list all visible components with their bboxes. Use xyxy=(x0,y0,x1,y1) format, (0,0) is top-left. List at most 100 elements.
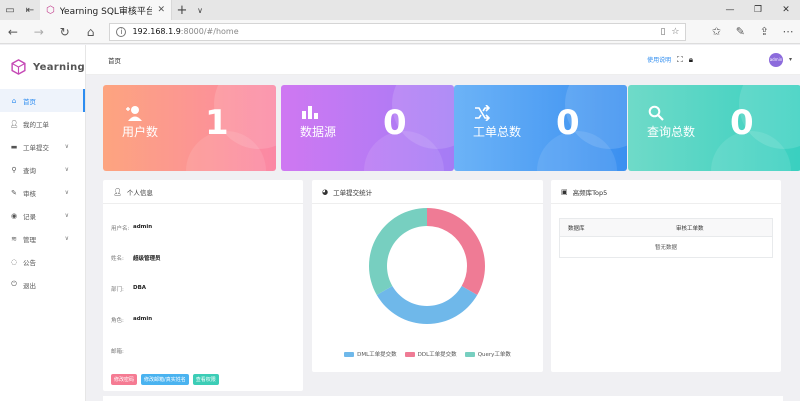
table-header: 数据库 审核工单数 xyxy=(560,219,772,237)
logout-icon: ⏻ xyxy=(11,280,17,288)
sidebar-item-layers[interactable]: ≋ 管理 ∨ xyxy=(0,227,85,250)
reading-view-icon[interactable]: ▯ xyxy=(660,27,665,37)
folder-icon: ▬ xyxy=(10,142,18,151)
chevron-down-icon: ∨ xyxy=(64,212,69,219)
field-email: 邮箱: xyxy=(111,349,124,355)
avatar-chevron-icon[interactable]: ▾ xyxy=(789,56,792,63)
tab-actions-icon[interactable]: ▭ xyxy=(0,0,20,20)
maximize-icon[interactable]: ❐ xyxy=(744,0,772,20)
fullscreen-icon[interactable]: ⛶ xyxy=(677,55,683,65)
browser-tab[interactable]: ⬡ Yearning SQL审核平台 ✕ xyxy=(40,0,172,20)
sidebar-item-search[interactable]: ⚲ 查询 ∨ xyxy=(0,158,85,181)
app-name: Yearning xyxy=(32,61,85,73)
panel-header: ▣ 高频库Top5 xyxy=(551,180,781,204)
chevron-down-icon: ∨ xyxy=(64,235,69,242)
legend-item[interactable]: DML工单提交数 xyxy=(344,350,397,358)
sidebar-item-label: 审核 xyxy=(23,189,36,198)
legend-label: DDL工单提交数 xyxy=(417,352,457,358)
breadcrumb[interactable]: 首页 xyxy=(108,55,121,65)
profile-panel: 👤︎ 个人信息 用户名: admin 姓名: 超级管理员 部门: DBA 角色: adm… xyxy=(103,180,303,391)
site-info-icon[interactable]: i xyxy=(116,26,127,37)
panel-title: 工单提交统计 xyxy=(333,188,373,197)
notice-icon: ◌ xyxy=(10,257,18,266)
legend-item[interactable]: DDL工单提交数 xyxy=(404,350,457,358)
profile-actions: 修改密码 修改邮箱/真实姓名 查看权限 xyxy=(111,374,219,385)
stat-card-orders: 工单总数 0 xyxy=(454,85,627,171)
sidebar-item-record[interactable]: ◉ 记录 ∨ xyxy=(0,204,85,227)
stat-card-queries: 查询总数 0 xyxy=(628,85,800,171)
sidebar-item-label: 工单提交 xyxy=(23,143,49,152)
panel-title: 高频库Top5 xyxy=(572,188,608,197)
share-icon[interactable]: ⇪ xyxy=(752,25,776,38)
sidebar-item-notice[interactable]: ◌ 公告 xyxy=(0,250,85,273)
sidebar-item-home[interactable]: ⌂ 首页 xyxy=(0,89,85,112)
sidebar-item-label: 首页 xyxy=(23,97,36,106)
minimize-icon[interactable]: — xyxy=(716,0,744,20)
chart-legend: DML工单提交数 DDL工单提交数 Query工单数 xyxy=(312,350,543,358)
stat-value: 1 xyxy=(205,103,229,143)
tab-title: Yearning SQL审核平台 xyxy=(59,6,153,17)
donut-slice-0[interactable] xyxy=(376,286,478,324)
pen-icon[interactable]: ✎ xyxy=(728,25,752,38)
sidebar-item-user[interactable]: 👤︎ 我的工单 xyxy=(0,112,85,135)
favorite-star-icon[interactable]: ☆ xyxy=(671,27,679,37)
logo: Yearning xyxy=(0,45,85,89)
donut-slice-1[interactable] xyxy=(427,208,485,295)
field-role: 角色: admin xyxy=(111,316,153,324)
more-icon[interactable]: ⋯ xyxy=(776,25,800,38)
view-permissions-button[interactable]: 查看权限 xyxy=(192,374,219,385)
new-tab-button[interactable]: + xyxy=(172,3,192,18)
legend-item[interactable]: Query工单数 xyxy=(464,350,511,358)
home-browser-icon[interactable]: ⌂ xyxy=(78,25,104,39)
pie-chart-icon: ◕ xyxy=(322,187,329,196)
chevron-down-icon: ∨ xyxy=(64,189,69,196)
donut-chart xyxy=(369,208,485,324)
stat-card-users: 用户数 1 xyxy=(103,85,276,171)
donut-slice-2[interactable] xyxy=(369,208,427,295)
sidebar-item-logout[interactable]: ⏻ 退出 xyxy=(0,273,85,296)
sidebar-item-folder[interactable]: ▬ 工单提交 ∨ xyxy=(0,135,85,158)
field-department: 部门: DBA xyxy=(111,285,147,293)
stat-label: 用户数 xyxy=(122,125,159,139)
top5-table: 数据库 审核工单数 暂无数据 xyxy=(559,218,773,258)
field-realname: 姓名: 超级管理员 xyxy=(111,256,161,262)
panel-header: ◕ 工单提交统计 xyxy=(312,180,543,204)
refresh-icon[interactable]: ↻ xyxy=(52,25,78,39)
tab-list-chevron-icon[interactable]: ∨ xyxy=(192,6,208,15)
stat-label: 查询总数 xyxy=(647,125,696,139)
sidebar: Yearning ⌂ 首页 👤︎ 我的工单 ▬ 工单提交 ∨ ⚲ 查询 ∨ ✎ 审核 ∨ ◉ 记录 ∨ ≋ 管理 ∨… xyxy=(0,45,86,401)
sidebar-item-label: 公告 xyxy=(23,258,36,267)
help-link[interactable]: 使用说明 xyxy=(647,55,671,64)
yearning-favicon-icon: ⬡ xyxy=(46,4,55,16)
stat-value: 0 xyxy=(556,103,580,143)
user-add-icon xyxy=(126,106,142,121)
field-username: 用户名: admin xyxy=(111,224,153,232)
sidebar-item-label: 查询 xyxy=(23,166,36,175)
url-field[interactable]: i 192.168.1.9:8000/#/home ▯ ☆ xyxy=(109,22,687,41)
layers-icon: ≋ xyxy=(11,234,17,243)
stat-label: 工单总数 xyxy=(473,125,522,139)
back-icon[interactable]: ← xyxy=(0,25,26,39)
close-tab-icon[interactable]: ✕ xyxy=(157,5,165,15)
chevron-down-icon: ∨ xyxy=(64,166,69,173)
panel-header: 👤︎ 个人信息 xyxy=(103,180,303,204)
stat-value: 0 xyxy=(383,103,407,143)
browser-tab-bar: ▭ ⇤ ⬡ Yearning SQL审核平台 ✕ + ∨ — ❐ ✕ xyxy=(0,0,800,20)
back-tabs-icon[interactable]: ⇤ xyxy=(20,0,40,20)
forward-icon[interactable]: → xyxy=(26,25,52,39)
avatar[interactable]: admin xyxy=(768,52,783,67)
change-password-button[interactable]: 修改密码 xyxy=(111,374,138,385)
lock-icon[interactable]: 🔒︎ xyxy=(689,55,693,65)
close-window-icon[interactable]: ✕ xyxy=(772,0,800,20)
favorites-icon[interactable]: ✩ xyxy=(704,25,728,38)
record-icon: ◉ xyxy=(10,211,18,220)
legend-swatch xyxy=(344,351,355,357)
column-review-count: 审核工单数 xyxy=(675,225,704,232)
legend-label: Query工单数 xyxy=(477,352,511,358)
top5-panel: ▣ 高频库Top5 数据库 审核工单数 暂无数据 xyxy=(551,180,781,372)
change-email-button[interactable]: 修改邮箱/真实姓名 xyxy=(141,374,189,385)
window-controls: — ❐ ✕ xyxy=(716,0,800,20)
sidebar-item-edit[interactable]: ✎ 审核 ∨ xyxy=(0,181,85,204)
sidebar-item-label: 记录 xyxy=(23,212,36,221)
column-database: 数据库 xyxy=(568,225,585,232)
